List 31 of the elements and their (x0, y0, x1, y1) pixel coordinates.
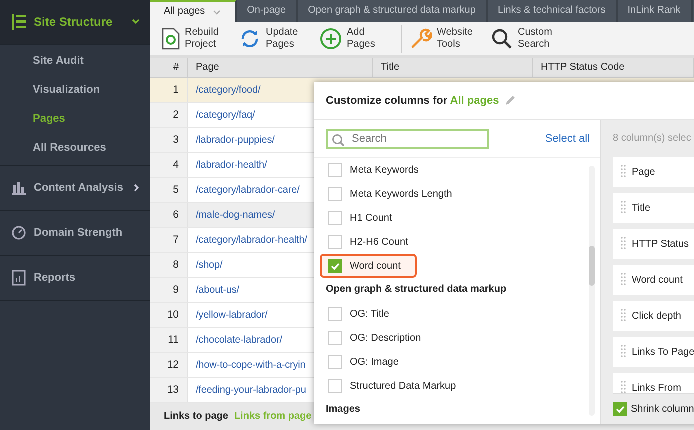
popup-title: Customize columns for All pages (326, 94, 500, 106)
group-heading: Images (325, 403, 362, 417)
group-heading: Open graph & structured data markup (325, 283, 508, 297)
section-label: Domain Strength (34, 227, 124, 239)
row-number: 11 (168, 334, 179, 346)
row-number: 5 (173, 184, 179, 196)
option-label: Meta Keywords Length (350, 188, 452, 200)
option-label: Meta Keywords (350, 164, 419, 176)
row-number: 4 (173, 159, 179, 171)
row-number: 1 (173, 84, 179, 96)
row-number: 6 (173, 209, 179, 221)
option-label: OG: Description (350, 332, 422, 344)
row-number: 10 (167, 309, 179, 321)
row-number: 12 (167, 359, 179, 371)
row-number: 8 (173, 259, 179, 271)
selected-count: 8 column(s) selec (613, 132, 692, 146)
option-label: Structured Data Markup (350, 380, 456, 392)
checkbox-label: Shrink column (631, 404, 694, 414)
option-label: OG: Image (350, 356, 399, 368)
section-label: Site Structure (34, 15, 114, 29)
section-label: Content Analysis (34, 182, 124, 194)
row-number: 3 (173, 134, 179, 146)
option-label: OG: Title (350, 308, 390, 320)
section-label: Reports (34, 272, 77, 284)
row-number: 9 (173, 284, 179, 296)
row-number: 2 (173, 109, 179, 121)
option-label: H1 Count (350, 212, 392, 224)
row-number: 13 (167, 384, 179, 396)
option-label: H2-H6 Count (350, 236, 408, 248)
row-number: 7 (173, 234, 179, 246)
option-label: Word count (350, 260, 401, 272)
